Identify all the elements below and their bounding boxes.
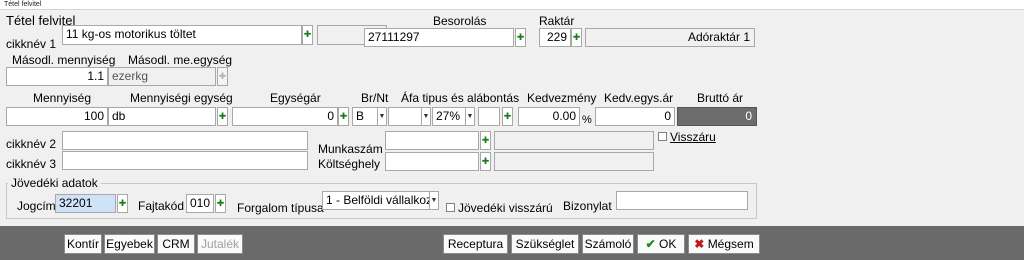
close-icon: ✖ [694,237,705,251]
cikknev1-input[interactable]: 11 kg-os motorikus töltet [62,25,302,45]
kedvezmeny-unit: % [582,114,592,126]
mennyisegi-egyseg-picker-button[interactable]: ✚ [217,107,228,126]
besorolas-input[interactable]: 27111297 [364,28,514,47]
visszaru-label: Visszáru [670,130,716,144]
jovedeki-group-title: Jövedéki adatok [8,176,101,190]
fajtakod-label: Fajtakód [138,199,185,213]
forgalom-dropdown-arrow[interactable]: ▼ [430,191,439,210]
afa-label: Áfa tipus és alábontás [401,91,520,105]
jovedeki-visszaru-checkbox[interactable] [446,203,455,212]
munkaszam-name [494,131,654,150]
munkaszam-label: Munkaszám [318,142,383,156]
mennyisegi-egyseg-label: Mennyiségi egység [130,91,233,105]
mennyisegi-egyseg-input[interactable]: db [108,107,216,126]
secondary-qty-label: Másodl. mennyiség [12,53,116,67]
munkaszam-picker-button[interactable]: ✚ [480,131,491,150]
afa-type-select[interactable] [388,107,422,126]
kedvezmeny-input[interactable]: 0.00 [518,107,580,126]
megsem-label: Mégsem [707,237,754,251]
jogcim-picker-button[interactable]: ✚ [117,194,128,213]
mennyiseg-input[interactable]: 100 [6,107,108,126]
cikknev1-label: cikknév 1 [6,37,57,51]
kontir-button[interactable]: Kontír [64,234,102,254]
jutalek-button: Jutalék [197,234,243,254]
afa-rate-dropdown-arrow[interactable]: ▼ [466,107,475,126]
mennyiseg-label: Mennyiség [33,91,92,105]
raktar-code-input[interactable]: 229 [539,28,571,47]
cikknev2-label: cikknév 2 [6,137,57,151]
besorolas-picker-button[interactable]: ✚ [515,28,526,47]
brnt-label: Br/Nt [361,91,389,105]
egyebek-button[interactable]: Egyebek [104,234,155,254]
brnt-dropdown-arrow[interactable]: ▼ [378,107,387,126]
bizonylat-input[interactable] [616,191,748,210]
secondary-unit-input[interactable]: ezerkg [108,67,216,86]
afa-breakdown-input[interactable] [478,107,500,126]
koltseghely-label: Költséghely [318,157,381,171]
forgalom-select[interactable]: 1 - Belföldi vállalkozás [322,191,430,210]
koltseghely-input[interactable] [385,152,479,171]
brnt-select[interactable]: B [352,107,378,126]
crm-button[interactable]: CRM [157,234,195,254]
cikknev3-input[interactable] [62,151,308,170]
szamolo-button[interactable]: Számoló [582,234,634,254]
fajtakod-picker-button[interactable]: ✚ [215,194,226,213]
raktar-label: Raktár [539,14,575,28]
egysegar-picker-button[interactable]: ✚ [338,107,349,126]
kedv-egysar-input[interactable]: 0 [595,107,675,126]
secondary-qty-input[interactable]: 1.1 [6,67,108,86]
kedvezmeny-label: Kedvezmény [527,91,597,105]
afa-type-dropdown-arrow[interactable]: ▼ [422,107,431,126]
secondary-unit-picker-button: ✚ [217,67,228,86]
szukseglet-button[interactable]: Szükséglet [511,234,579,254]
koltseghely-picker-button[interactable]: ✚ [480,152,491,171]
cikknev3-label: cikknév 3 [6,157,57,171]
secondary-unit-label: Másodl. me.egység [128,53,233,67]
receptura-button[interactable]: Receptura [443,234,508,254]
fajtakod-input[interactable]: 010 [186,194,214,213]
besorolas-label: Besorolás [433,14,487,28]
cikknev2-input[interactable] [62,131,308,150]
visszaru-checkbox[interactable] [658,132,667,141]
munkaszam-input[interactable] [385,131,479,150]
forgalom-label: Forgalom típusa [237,201,324,215]
kedv-egysar-label: Kedv.egys.ár [604,91,674,105]
jovedeki-visszaru-label: Jövedéki visszárú [458,201,553,215]
jogcim-label: Jogcím [17,199,56,213]
bizonylat-label: Bizonylat [563,199,612,213]
jogcim-input[interactable]: 32201 [55,194,116,213]
brutto-value: 0 [677,107,757,126]
egysegar-label: Egységár [270,91,321,105]
check-icon: ✔ [645,237,656,251]
raktar-picker-button[interactable]: ✚ [571,28,582,47]
ok-label: OK [659,237,677,251]
koltseghely-name [494,152,654,171]
raktar-name: Adóraktár 1 [585,28,755,47]
window-title: Tétel felvitel [0,0,1024,10]
brutto-label: Bruttó ár [697,91,744,105]
afa-breakdown-picker-button[interactable]: ✚ [502,107,513,126]
cikknev1-picker-button[interactable]: ✚ [302,25,313,45]
megsem-button[interactable]: ✖ Mégsem [688,234,760,254]
egysegar-input[interactable]: 0 [232,107,338,126]
afa-rate-select[interactable]: 27% [432,107,466,126]
ok-button[interactable]: ✔ OK [637,234,685,254]
